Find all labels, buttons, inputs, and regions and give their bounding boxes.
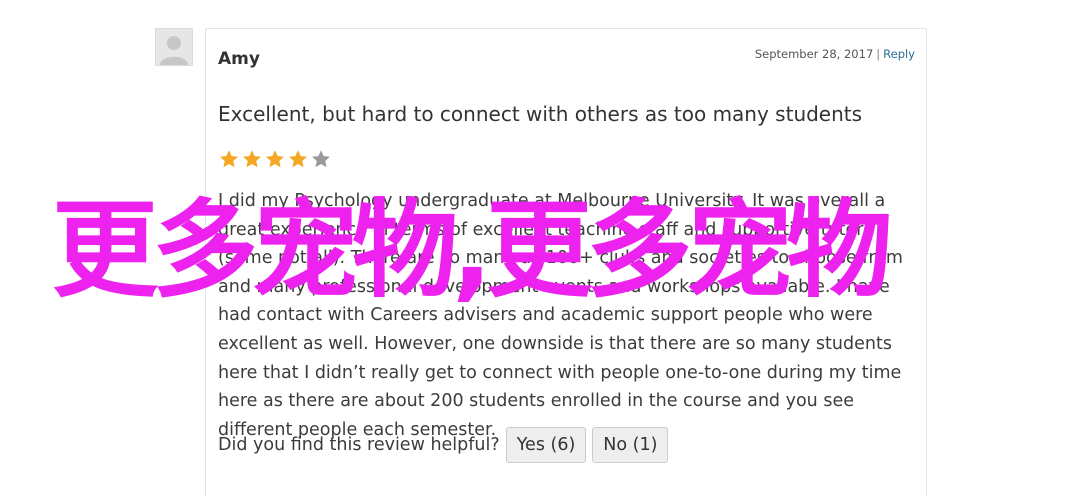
avatar — [155, 28, 193, 66]
star-icon — [266, 150, 284, 168]
reply-link[interactable]: Reply — [883, 47, 915, 61]
meta-separator: | — [876, 47, 881, 61]
star-icon — [220, 150, 238, 168]
helpful-section: Did you find this review helpful? Yes (6… — [218, 427, 669, 463]
default-avatar-icon — [156, 29, 192, 65]
helpful-no-button[interactable]: No (1) — [592, 427, 669, 463]
star-icon — [289, 150, 307, 168]
star-rating — [218, 148, 332, 170]
helpful-yes-button[interactable]: Yes (6) — [505, 427, 587, 463]
review-author: Amy — [218, 49, 260, 69]
review-page: Amy September 28, 2017 | Reply Excellent, … — [0, 0, 1080, 496]
helpful-prompt: Did you find this review helpful? — [218, 435, 500, 455]
review-title: Excellent, but hard to connect with othe… — [218, 102, 863, 126]
star-icon — [243, 150, 261, 168]
review-date: September 28, 2017 — [754, 47, 874, 61]
star-icon — [312, 150, 330, 168]
review-body: I did my Psychology undergraduate at Mel… — [218, 191, 903, 440]
review-card: Amy September 28, 2017 | Reply Excellent, … — [205, 28, 927, 496]
review-meta: September 28, 2017 | Reply — [755, 47, 915, 61]
